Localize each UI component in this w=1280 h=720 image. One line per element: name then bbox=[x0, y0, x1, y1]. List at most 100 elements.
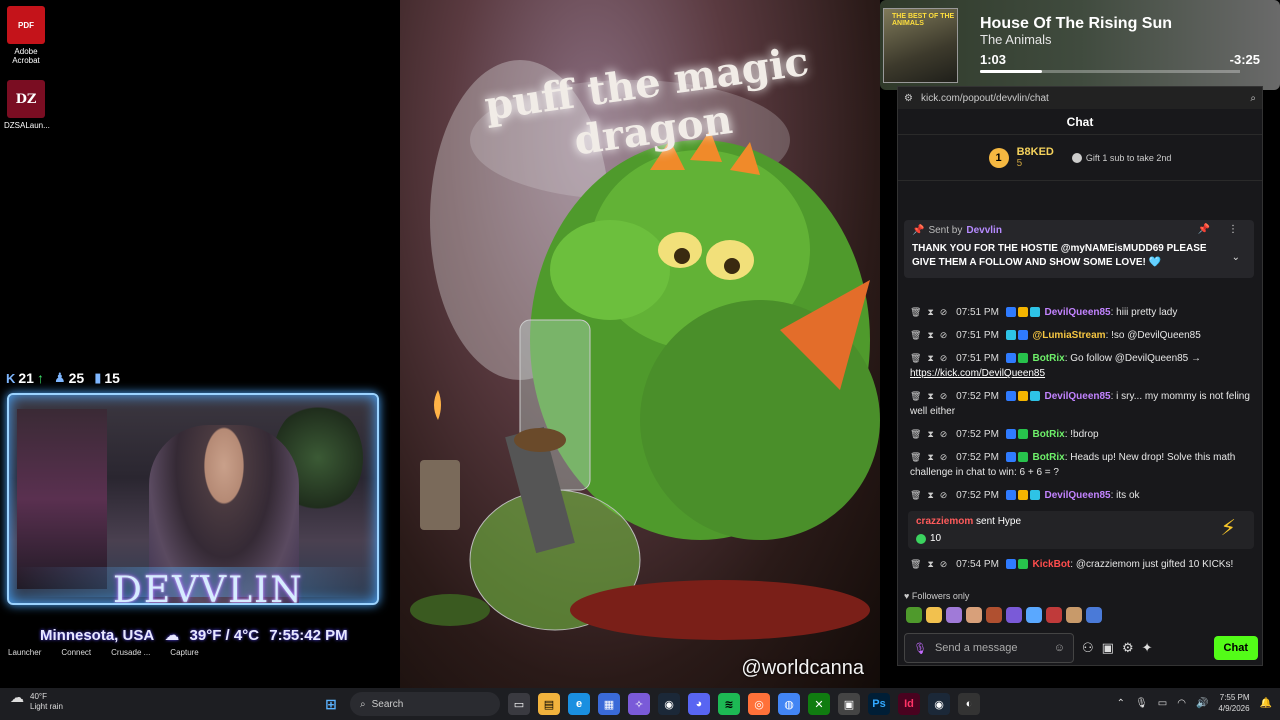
kick-coin-icon bbox=[916, 533, 926, 544]
chat-message-list[interactable]: 🗑 ⧗ ⊘ 07:51 PM DevilQueen85: hiii pretty l… bbox=[898, 257, 1264, 587]
chat-username[interactable]: DevilQueen85 bbox=[1044, 490, 1110, 501]
display-icon[interactable]: ▭ bbox=[1158, 698, 1167, 709]
chevron-up-icon[interactable]: ⌃ bbox=[1117, 698, 1125, 709]
timeout-icon[interactable]: ⧗ bbox=[927, 307, 933, 317]
more-options-icon[interactable]: ⋮ bbox=[1228, 224, 1238, 235]
delete-icon[interactable]: 🗑 bbox=[910, 490, 921, 500]
search-icon: ⌕ bbox=[360, 698, 366, 710]
timeout-icon[interactable]: ⧗ bbox=[927, 429, 933, 439]
ban-icon[interactable]: ⊘ bbox=[940, 353, 948, 363]
ban-icon[interactable]: ⊘ bbox=[940, 307, 948, 317]
ban-icon[interactable]: ⊘ bbox=[940, 429, 948, 439]
desktop-icon-dzsa-launcher[interactable]: DZ DZSALaun... bbox=[4, 80, 50, 130]
users-icon[interactable]: ⚇ bbox=[1082, 640, 1094, 656]
obs-icon[interactable]: ◐ bbox=[958, 693, 980, 715]
windows-start-icon[interactable]: ⊞ bbox=[320, 693, 342, 715]
chevron-down-icon[interactable]: ⌄ bbox=[1232, 252, 1240, 263]
chat-message: 🗑 ⧗ ⊘ 07:54 PM KickBot: @crazziemom just g… bbox=[910, 559, 1234, 570]
emoji-icon[interactable]: ☺ bbox=[1054, 642, 1065, 654]
gear-icon[interactable]: ⚙ bbox=[1122, 640, 1134, 656]
notification-bell-icon[interactable]: 🔔 bbox=[1260, 698, 1272, 709]
file-explorer-icon[interactable]: ▤ bbox=[538, 693, 560, 715]
desktop-icon-adobe-acrobat[interactable]: PDF Adobe Acrobat bbox=[4, 6, 48, 65]
edge-icon[interactable]: e bbox=[568, 693, 590, 715]
network-icon[interactable]: ◠ bbox=[1177, 698, 1186, 709]
spotify-icon[interactable]: ≋ bbox=[718, 693, 740, 715]
chat-username[interactable]: BotRix bbox=[1032, 452, 1064, 463]
emote-icon[interactable] bbox=[1086, 607, 1102, 623]
volume-icon[interactable]: 🔊 bbox=[1196, 698, 1208, 709]
unpin-icon[interactable]: 📌 bbox=[1198, 224, 1210, 235]
ban-icon[interactable]: ⊘ bbox=[940, 330, 948, 340]
site-settings-icon[interactable]: ⚙ bbox=[904, 93, 913, 104]
ban-icon[interactable]: ⊘ bbox=[940, 490, 948, 500]
address-bar[interactable]: ⚙ kick.com/popout/devvlin/chat ⌕ bbox=[898, 87, 1262, 109]
chat-username[interactable]: @LumiaStream bbox=[1032, 330, 1105, 341]
timeout-icon[interactable]: ⧗ bbox=[927, 353, 933, 363]
task-view-icon[interactable]: ▭ bbox=[508, 693, 530, 715]
store-icon[interactable]: ▣ bbox=[1102, 640, 1114, 656]
steam-alt-icon[interactable]: ◉ bbox=[928, 693, 950, 715]
song-progress-bar bbox=[980, 70, 1240, 73]
timeout-icon[interactable]: ⧗ bbox=[927, 452, 933, 462]
delete-icon[interactable]: 🗑 bbox=[910, 353, 921, 363]
capture-icon[interactable]: ▣ bbox=[838, 693, 860, 715]
delete-icon[interactable]: 🗑 bbox=[910, 330, 921, 340]
search-icon[interactable]: ⌕ bbox=[1250, 93, 1256, 104]
url-text[interactable]: kick.com/popout/devvlin/chat bbox=[921, 93, 1049, 104]
taskrow-crusade[interactable]: Crusade ... bbox=[111, 648, 150, 657]
emote-icon[interactable] bbox=[1066, 607, 1082, 623]
chat-username[interactable]: BotRix bbox=[1032, 429, 1064, 440]
steam-icon[interactable]: ◉ bbox=[658, 693, 680, 715]
emote-icon[interactable] bbox=[946, 607, 962, 623]
emote-icon[interactable] bbox=[1026, 607, 1042, 623]
taskrow-launcher[interactable]: Launcher bbox=[8, 648, 41, 657]
indesign-icon[interactable]: Id bbox=[898, 693, 920, 715]
ban-icon[interactable]: ⊘ bbox=[940, 452, 948, 462]
store-icon[interactable]: ▦ bbox=[598, 693, 620, 715]
chat-username[interactable]: KickBot bbox=[1032, 559, 1070, 570]
delete-icon[interactable]: 🗑 bbox=[910, 307, 921, 317]
delete-icon[interactable]: 🗑 bbox=[910, 391, 921, 401]
timeout-icon[interactable]: ⧗ bbox=[927, 490, 933, 500]
hype-user[interactable]: crazziemom bbox=[916, 516, 973, 527]
taskbar-search[interactable]: ⌕ Search bbox=[350, 692, 500, 716]
chat-input[interactable]: 🎙 Send a message ☺ bbox=[904, 633, 1074, 663]
emote-icon[interactable] bbox=[1046, 607, 1062, 623]
taskbar-clock[interactable]: 7:55 PM 4/9/2026 bbox=[1218, 692, 1249, 714]
timeout-icon[interactable]: ⧗ bbox=[927, 391, 933, 401]
emote-icon[interactable] bbox=[926, 607, 942, 623]
discord-icon[interactable]: ◕ bbox=[688, 693, 710, 715]
chat-link[interactable]: https://kick.com/DevilQueen85 bbox=[910, 368, 1045, 379]
ban-icon[interactable]: ⊘ bbox=[940, 391, 948, 401]
remaining-time: -3:25 bbox=[1229, 52, 1260, 67]
send-chat-button[interactable]: Chat bbox=[1213, 636, 1258, 660]
firefox-icon[interactable]: ◎ bbox=[748, 693, 770, 715]
taskrow-connect[interactable]: Connect bbox=[61, 648, 91, 657]
pinned-author[interactable]: Devvlin bbox=[966, 225, 1002, 236]
delete-icon[interactable]: 🗑 bbox=[910, 452, 921, 462]
badge-icon[interactable]: ✦ bbox=[1142, 640, 1153, 656]
microphone-icon[interactable]: 🎙 bbox=[1135, 698, 1148, 709]
taskbar-weather[interactable]: ☁ 40°F Light rain bbox=[10, 690, 63, 712]
xbox-icon[interactable]: ✕ bbox=[808, 693, 830, 715]
copilot-icon[interactable]: ✧ bbox=[628, 693, 650, 715]
chat-username[interactable]: DevilQueen85 bbox=[1044, 391, 1110, 402]
emote-icon[interactable] bbox=[966, 607, 982, 623]
photoshop-icon[interactable]: Ps bbox=[868, 693, 890, 715]
delete-icon[interactable]: 🗑 bbox=[910, 429, 921, 439]
chat-username[interactable]: BotRix bbox=[1032, 353, 1064, 364]
leader-name[interactable]: B8KED bbox=[1017, 146, 1054, 158]
microphone-icon[interactable]: 🎙 bbox=[913, 642, 927, 655]
ban-icon[interactable]: ⊘ bbox=[940, 559, 948, 569]
timeout-icon[interactable]: ⧗ bbox=[927, 559, 933, 569]
emote-icon[interactable] bbox=[986, 607, 1002, 623]
chrome-icon[interactable]: ◍ bbox=[778, 693, 800, 715]
emote-icon[interactable] bbox=[906, 607, 922, 623]
timeout-icon[interactable]: ⧗ bbox=[927, 330, 933, 340]
chat-username[interactable]: DevilQueen85 bbox=[1044, 307, 1110, 318]
gift-sub-prompt[interactable]: Gift 1 sub to take 2nd bbox=[1071, 152, 1171, 163]
emote-icon[interactable] bbox=[1006, 607, 1022, 623]
delete-icon[interactable]: 🗑 bbox=[910, 559, 921, 569]
taskrow-capture[interactable]: Capture bbox=[170, 648, 198, 657]
